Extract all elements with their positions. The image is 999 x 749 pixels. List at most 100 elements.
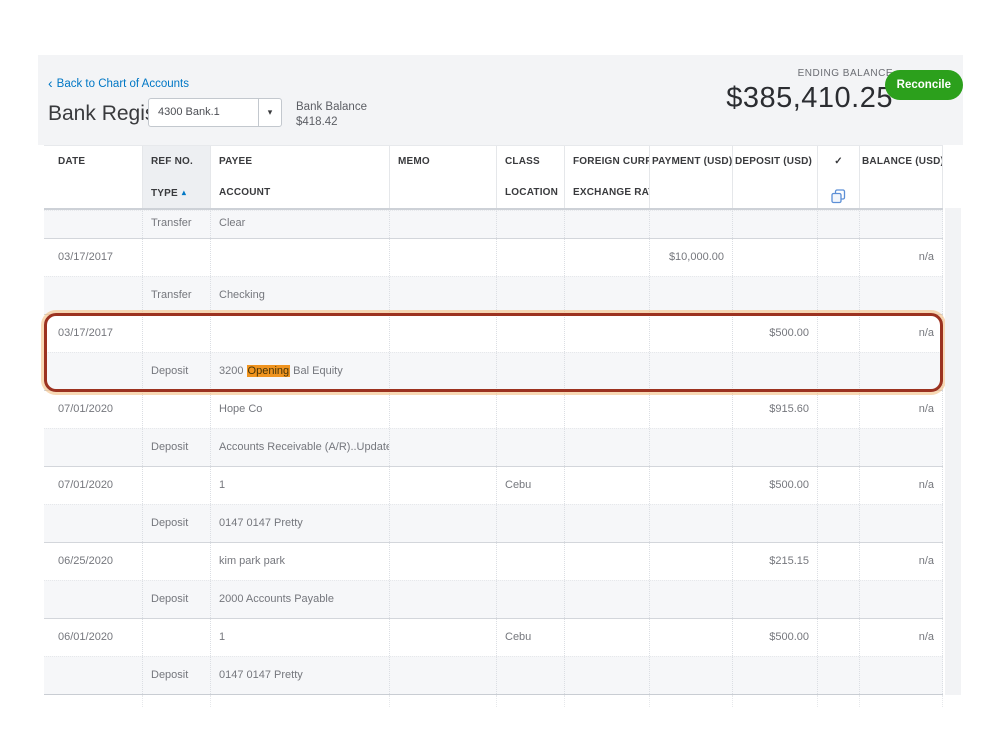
chevron-down-icon[interactable]: ▾ (258, 99, 281, 126)
payee-cell: 1 (211, 619, 390, 656)
location-cell (497, 581, 565, 618)
foreign-currency-cell (565, 543, 650, 580)
check-cell (818, 353, 860, 390)
account-cell: Accounts Receivable (A/R)..Updated (211, 429, 390, 466)
foreign-currency-column-header[interactable]: FOREIGN CURRENCY (565, 146, 650, 177)
back-chevron-icon: ‹ (48, 75, 53, 91)
deposit-cell (733, 657, 818, 694)
exchange-rate-cell (565, 505, 650, 542)
type-cell: Transfer (143, 277, 211, 314)
class-cell (497, 315, 565, 352)
ending-balance-block: ENDING BALANCE $385,410.25 (726, 68, 893, 115)
location-column-header[interactable]: LOCATION (497, 177, 565, 208)
memo-cell (390, 505, 497, 542)
date-cell (44, 277, 143, 314)
payment-cell: $10,000.00 (650, 239, 733, 276)
account-cell: 2000 Accounts Payable (211, 581, 390, 618)
date-cell (44, 657, 143, 694)
balance-column-header[interactable]: BALANCE (USD) (860, 146, 943, 177)
deposit-cell (733, 581, 818, 618)
deposit-column-header[interactable]: DEPOSIT (USD) (733, 146, 818, 177)
sort-ascending-icon: ▴ (182, 188, 186, 197)
location-cell (497, 657, 565, 694)
memo-cell (390, 353, 497, 390)
location-cell (497, 277, 565, 314)
date-cell (44, 353, 143, 390)
date-column-header[interactable]: DATE (44, 146, 143, 177)
table-header: DATE REF NO. PAYEE MEMO CLASS FOREIGN CU… (44, 145, 943, 210)
bank-balance-value: $418.42 (296, 115, 367, 130)
payee-cell: 1 (211, 467, 390, 504)
selected-transaction-row[interactable]: 03/17/2017$500.00n/aDeposit3200 Opening … (44, 314, 943, 390)
date-cell (44, 581, 143, 618)
bank-register-screen: { "header": { "back_chevron": "‹", "back… (0, 0, 999, 749)
check-cell (818, 657, 860, 694)
location-cell (497, 211, 565, 238)
check-cell (818, 505, 860, 542)
exchange-rate-cell (565, 429, 650, 466)
ending-balance-label: ENDING BALANCE (726, 68, 893, 79)
vertical-scrollbar[interactable] (945, 208, 961, 695)
payee-column-header[interactable]: PAYEE (211, 146, 390, 177)
copy-icon (831, 189, 846, 204)
balance-cell (860, 657, 943, 694)
date-cell (44, 505, 143, 542)
account-selector-value: 4300 Bank.1 (158, 99, 220, 126)
payment-cell (650, 315, 733, 352)
payee-cell: kim park park (211, 543, 390, 580)
ref-no-cell (143, 467, 211, 504)
foreign-currency-cell (565, 619, 650, 656)
deposit-cell: $500.00 (733, 315, 818, 352)
reconcile-check-column-header[interactable]: ✓ (818, 146, 860, 177)
transaction-row[interactable]: 06/01/20201Cebu$500.00n/aDeposit0147 014… (44, 618, 943, 694)
foreign-currency-cell (565, 467, 650, 504)
ref-no-cell (143, 391, 211, 428)
check-cell (818, 543, 860, 580)
memo-column-header[interactable]: MEMO (390, 146, 497, 177)
balance-cell: n/a (860, 619, 943, 656)
class-cell (497, 391, 565, 428)
class-column-header[interactable]: CLASS (497, 146, 565, 177)
payment-cell (650, 353, 733, 390)
memo-cell (390, 467, 497, 504)
memo-column-subheader (390, 177, 497, 208)
payment-cell (650, 581, 733, 618)
exchange-rate-column-header[interactable]: EXCHANGE RATE (565, 177, 650, 208)
account-cell: 3200 Opening Bal Equity (211, 353, 390, 390)
bottom-partial-row (44, 694, 943, 707)
foreign-currency-cell (565, 239, 650, 276)
refno-column-header[interactable]: REF NO. (143, 146, 211, 177)
type-column-header[interactable]: TYPE▴ (143, 177, 211, 208)
ref-no-cell (143, 619, 211, 656)
transaction-row[interactable]: 06/25/2020kim park park$215.15n/aDeposit… (44, 542, 943, 618)
check-cell (818, 619, 860, 656)
memo-cell (390, 315, 497, 352)
memo-cell (390, 657, 497, 694)
exchange-rate-cell (565, 277, 650, 314)
location-cell (497, 353, 565, 390)
account-column-header[interactable]: ACCOUNT (211, 177, 390, 208)
payee-cell (211, 239, 390, 276)
payment-cell (650, 505, 733, 542)
account-cell: 0147 0147 Pretty (211, 505, 390, 542)
account-selector-dropdown[interactable]: 4300 Bank.1 ▾ (148, 98, 282, 127)
back-to-chart-of-accounts-link[interactable]: ‹Back to Chart of Accounts (48, 75, 189, 91)
transaction-row[interactable]: 07/01/20201Cebu$500.00n/aDeposit0147 014… (44, 466, 943, 542)
check-cell (818, 581, 860, 618)
foreign-currency-cell (565, 391, 650, 428)
transaction-row[interactable]: 03/17/2017$10,000.00n/aTransferChecking (44, 238, 943, 314)
copy-column-header[interactable] (818, 177, 860, 208)
class-cell (497, 239, 565, 276)
bank-balance-label: Bank Balance (296, 100, 367, 115)
payment-column-header[interactable]: PAYMENT (USD) (650, 146, 733, 177)
exchange-rate-cell (565, 657, 650, 694)
transaction-row[interactable]: 07/01/2020Hope Co$915.60n/aDepositAccoun… (44, 390, 943, 466)
balance-cell (860, 211, 943, 238)
deposit-cell (733, 353, 818, 390)
memo-cell (390, 277, 497, 314)
partial-transaction-row[interactable]: Transfer Clear (44, 210, 943, 238)
balance-cell (860, 353, 943, 390)
type-cell: Deposit (143, 581, 211, 618)
date-column-subheader (44, 177, 143, 208)
reconcile-button[interactable]: Reconcile (885, 70, 963, 100)
